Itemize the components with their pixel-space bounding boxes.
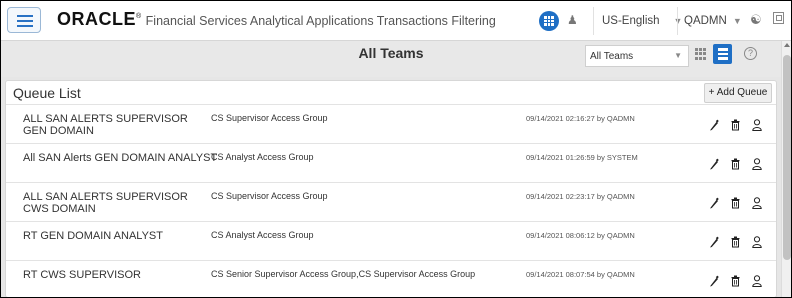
edit-icon[interactable] <box>709 236 719 248</box>
panel-title: Queue List <box>13 85 81 101</box>
language-dropdown[interactable]: US-English ▼ <box>593 7 690 35</box>
delete-icon[interactable] <box>731 236 740 248</box>
queue-modified: 09/14/2021 08:06:12 by QADMN <box>526 231 635 240</box>
scroll-up-arrow-icon[interactable] <box>784 43 790 47</box>
panel-header: Queue List + Add Queue <box>6 81 776 105</box>
menu-icon[interactable] <box>7 7 41 33</box>
window-icon[interactable] <box>773 12 784 24</box>
queue-row[interactable]: All SAN Alerts GEN DOMAIN ANALYST CS Ana… <box>6 144 776 183</box>
queue-row[interactable]: RT GEN DOMAIN ANALYST CS Analyst Access … <box>6 222 776 261</box>
edit-icon[interactable] <box>709 158 719 170</box>
accessibility-icon[interactable]: ☯ <box>750 12 762 28</box>
grid-view-icon[interactable] <box>695 48 707 60</box>
queue-modified: 09/14/2021 01:26:59 by SYSTEM <box>526 153 638 162</box>
queue-access-group: CS Analyst Access Group <box>211 230 314 240</box>
help-icon[interactable]: ? <box>744 47 757 60</box>
queue-modified: 09/14/2021 08:07:54 by QADMN <box>526 270 635 279</box>
app-window: ORACLE® Financial Services Analytical Ap… <box>0 0 792 298</box>
delete-icon[interactable] <box>731 197 740 209</box>
caret-down-icon: ▼ <box>732 16 742 26</box>
queue-row[interactable]: ALL SAN ALERTS SUPERVISOR GEN DOMAIN CS … <box>6 105 776 144</box>
scrollbar-thumb[interactable] <box>783 55 791 260</box>
edit-icon[interactable] <box>709 197 719 209</box>
queue-name[interactable]: ALL SAN ALERTS SUPERVISOR CWS DOMAIN <box>23 191 203 215</box>
user-icon[interactable] <box>752 197 762 209</box>
app-header: ORACLE® Financial Services Analytical Ap… <box>1 1 791 41</box>
team-filter-value: All Teams <box>590 51 634 62</box>
user-name: QADMN <box>684 15 727 27</box>
brand: ORACLE® Financial Services Analytical Ap… <box>57 9 496 33</box>
queue-row[interactable]: ALL SAN ALERTS SUPERVISOR CWS DOMAIN CS … <box>6 183 776 222</box>
language-label: US-English <box>602 15 660 27</box>
caret-down-icon: ▼ <box>674 51 682 60</box>
team-filter-select[interactable]: All Teams ▼ <box>585 45 689 67</box>
apps-icon[interactable] <box>539 11 559 31</box>
title-bar: All Teams All Teams ▼ ? <box>1 41 781 77</box>
edit-icon[interactable] <box>709 119 719 131</box>
queue-modified: 09/14/2021 02:23:17 by QADMN <box>526 192 635 201</box>
list-view-icon[interactable] <box>713 44 732 64</box>
user-menu[interactable]: QADMN ▼ <box>677 7 748 35</box>
delete-icon[interactable] <box>731 119 740 131</box>
queue-access-group: CS Supervisor Access Group <box>211 113 328 123</box>
user-glyph-icon[interactable]: ♟ <box>567 13 578 27</box>
queue-modified: 09/14/2021 02:16:27 by QADMN <box>526 114 635 123</box>
edit-icon[interactable] <box>709 275 719 287</box>
delete-icon[interactable] <box>731 158 740 170</box>
queue-name[interactable]: RT GEN DOMAIN ANALYST <box>23 230 203 242</box>
oracle-logo: ORACLE® <box>57 9 142 29</box>
queue-access-group: CS Senior Supervisor Access Group,CS Sup… <box>211 269 476 279</box>
user-icon[interactable] <box>752 275 762 287</box>
user-icon[interactable] <box>752 236 762 248</box>
queue-row[interactable]: RT CWS SUPERVISOR CS Senior Supervisor A… <box>6 261 776 297</box>
delete-icon[interactable] <box>731 275 740 287</box>
add-queue-button[interactable]: + Add Queue <box>704 83 772 103</box>
queue-access-group: CS Supervisor Access Group <box>211 191 328 201</box>
vertical-scrollbar[interactable] <box>781 41 791 297</box>
queue-list-panel: Queue List + Add Queue ALL SAN ALERTS SU… <box>5 80 777 297</box>
queue-access-group: CS Analyst Access Group <box>211 152 314 162</box>
user-icon[interactable] <box>752 119 762 131</box>
app-title: Financial Services Analytical Applicatio… <box>145 14 496 28</box>
queue-name[interactable]: RT CWS SUPERVISOR <box>23 269 203 281</box>
user-icon[interactable] <box>752 158 762 170</box>
queue-name[interactable]: ALL SAN ALERTS SUPERVISOR GEN DOMAIN <box>23 113 203 137</box>
queue-name[interactable]: All SAN Alerts GEN DOMAIN ANALYST <box>23 152 223 164</box>
